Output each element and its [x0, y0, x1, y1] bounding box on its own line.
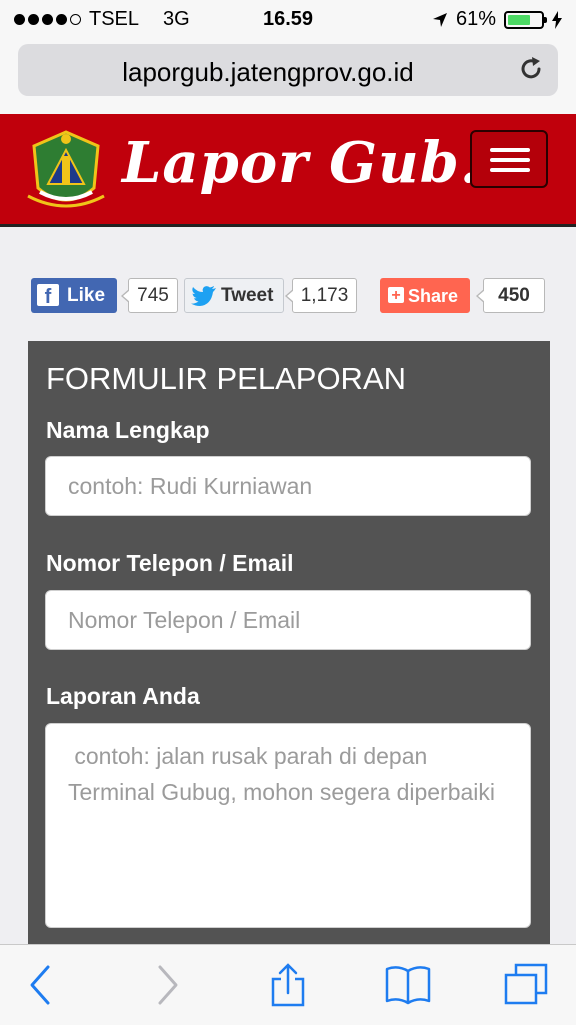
browser-toolbar [0, 944, 576, 1025]
tabs-icon[interactable] [504, 963, 548, 1007]
tweet-count: 1,173 [285, 278, 357, 313]
social-share-bar: f Like 745 Tweet 1,173 + Share 450 [0, 278, 576, 314]
facebook-icon: f [37, 284, 59, 308]
phone-email-label: Nomor Telepon / Email [46, 550, 294, 576]
site-header: Lapor Gub..! [0, 114, 576, 227]
back-icon[interactable] [18, 963, 62, 1007]
share-icon[interactable] [266, 963, 310, 1007]
hamburger-icon [490, 148, 530, 152]
form-title: FORMULIR PELAPORAN [46, 361, 407, 396]
url-text[interactable]: laporgub.jatengprov.go.id [18, 57, 518, 88]
site-brand-title[interactable]: Lapor Gub..! [122, 130, 526, 196]
full-name-input[interactable] [45, 456, 531, 516]
report-textarea[interactable] [45, 723, 531, 928]
hamburger-icon [490, 158, 530, 162]
share-label: Share [408, 286, 459, 306]
bookmarks-icon[interactable] [384, 963, 432, 1007]
status-bar: TSEL 3G 16.59 61% [0, 0, 576, 38]
plus-icon: + [388, 287, 404, 304]
location-arrow-icon [432, 12, 447, 27]
menu-button[interactable] [470, 130, 548, 188]
facebook-like-label: Like [67, 285, 106, 306]
share-button[interactable]: + Share [380, 278, 470, 313]
battery-icon [504, 10, 547, 29]
phone-email-input[interactable] [45, 590, 531, 650]
browser-address-area: laporgub.jatengprov.go.id [0, 38, 576, 114]
tweet-label: Tweet [221, 285, 274, 306]
share-count: 450 [476, 278, 545, 313]
full-name-label: Nama Lengkap [46, 417, 210, 443]
status-right: 61% [432, 8, 562, 31]
report-label: Laporan Anda [46, 683, 200, 709]
twitter-bird-icon [191, 286, 216, 306]
tweet-button[interactable]: Tweet [184, 278, 284, 313]
battery-percent: 61% [455, 8, 496, 30]
report-form: FORMULIR PELAPORAN Nama Lengkap Nomor Te… [28, 341, 550, 951]
reload-icon[interactable] [516, 54, 546, 84]
forward-icon[interactable] [146, 963, 190, 1007]
facebook-like-button[interactable]: f Like [31, 278, 117, 313]
charging-icon [552, 10, 562, 29]
hamburger-icon [490, 168, 530, 172]
facebook-like-count: 745 [121, 278, 178, 313]
jateng-emblem-logo[interactable] [26, 126, 106, 216]
address-bar[interactable]: laporgub.jatengprov.go.id [18, 44, 558, 96]
